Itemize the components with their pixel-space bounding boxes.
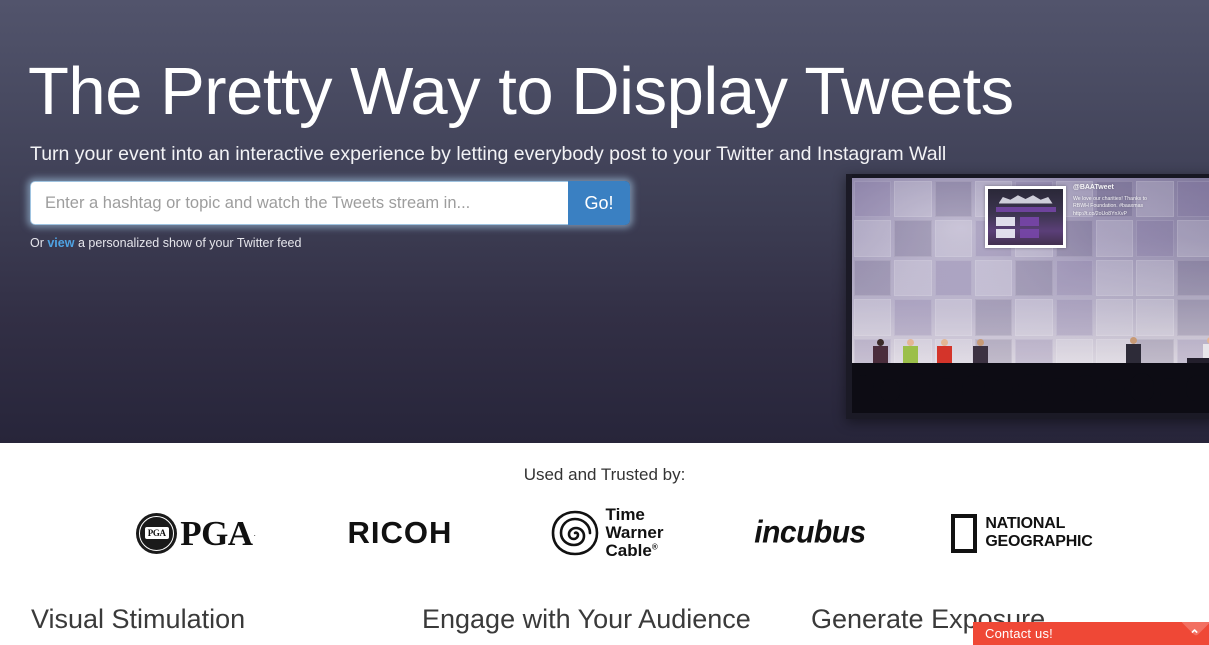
trusted-by-section: Used and Trusted by: PGA PGA . RICOH Tim… — [0, 443, 1209, 588]
pga-trademark: . — [253, 528, 256, 538]
hero-section: The Pretty Way to Display Tweets Turn yo… — [0, 0, 1209, 443]
note-after: a personalized show of your Twitter feed — [74, 236, 302, 250]
time-warner-eye-icon — [551, 509, 599, 557]
logo-time-warner-cable: Time Warner Cable® — [537, 503, 677, 563]
client-logo-row: PGA PGA . RICOH Time Warner Cable® incub… — [0, 503, 1209, 573]
logo-national-geographic: NATIONAL GEOGRAPHIC — [947, 503, 1097, 563]
logo-incubus: incubus — [745, 503, 875, 563]
twc-line-3: Cable — [605, 540, 652, 560]
pga-seal-text: PGA — [144, 527, 169, 539]
logo-pga: PGA PGA . — [131, 503, 261, 563]
twc-line-2: Warner — [605, 523, 664, 543]
time-warner-wordmark: Time Warner Cable® — [606, 506, 664, 560]
audience-silhouette — [846, 363, 1209, 419]
incubus-wordmark: incubus — [754, 515, 866, 550]
natgeo-line-2: GEOGRAPHIC — [985, 533, 1093, 550]
feature-heading-engage-audience: Engage with Your Audience — [422, 604, 751, 634]
natgeo-line-1: NATIONAL — [985, 515, 1066, 533]
contact-us-tab[interactable]: Contact us! ⌃ — [973, 622, 1209, 645]
hero-subtitle: Turn your event into an interactive expe… — [30, 143, 947, 165]
twc-registered: ® — [651, 542, 658, 552]
personalized-show-note: Or view a personalized show of your Twit… — [30, 236, 301, 250]
hero-inner: The Pretty Way to Display Tweets Turn yo… — [0, 0, 1209, 443]
view-personalized-link[interactable]: view — [47, 236, 74, 250]
feature-heading-visual-stimulation: Visual Stimulation — [31, 604, 246, 634]
search-input[interactable] — [30, 181, 568, 225]
pga-seal-icon: PGA — [136, 512, 178, 554]
trusted-by-title: Used and Trusted by: — [523, 465, 686, 484]
tweet-line-3: http://t.co/2oUo8YnXvP — [1073, 211, 1127, 218]
natgeo-rectangle-icon — [951, 513, 978, 553]
pga-wordmark: PGA — [180, 513, 253, 553]
hero-photo: @BAATweet We love our charities! Thanks … — [846, 174, 1209, 419]
hashtag-search-form: Go! — [30, 181, 630, 225]
contact-us-label: Contact us! — [985, 626, 1053, 641]
twc-line-1: Time — [605, 505, 645, 525]
natgeo-wordmark: NATIONAL GEOGRAPHIC — [985, 515, 1093, 550]
page-root: The Pretty Way to Display Tweets Turn yo… — [0, 0, 1209, 645]
note-before: Or — [30, 236, 48, 250]
page-title: The Pretty Way to Display Tweets — [28, 54, 1014, 129]
chevron-up-icon[interactable]: ⌃ — [1189, 628, 1200, 641]
tweet-handle: @BAATweet — [1073, 184, 1114, 191]
featured-tweet-image — [985, 186, 1066, 248]
featured-tweet-text: @BAATweet We love our charities! Thanks … — [1073, 183, 1209, 219]
go-button[interactable]: Go! — [568, 181, 630, 225]
ricoh-wordmark: RICOH — [347, 515, 453, 550]
tweet-line-2: RBWH Foundation. #baaxmas — [1073, 203, 1144, 210]
logo-ricoh: RICOH — [335, 503, 465, 563]
